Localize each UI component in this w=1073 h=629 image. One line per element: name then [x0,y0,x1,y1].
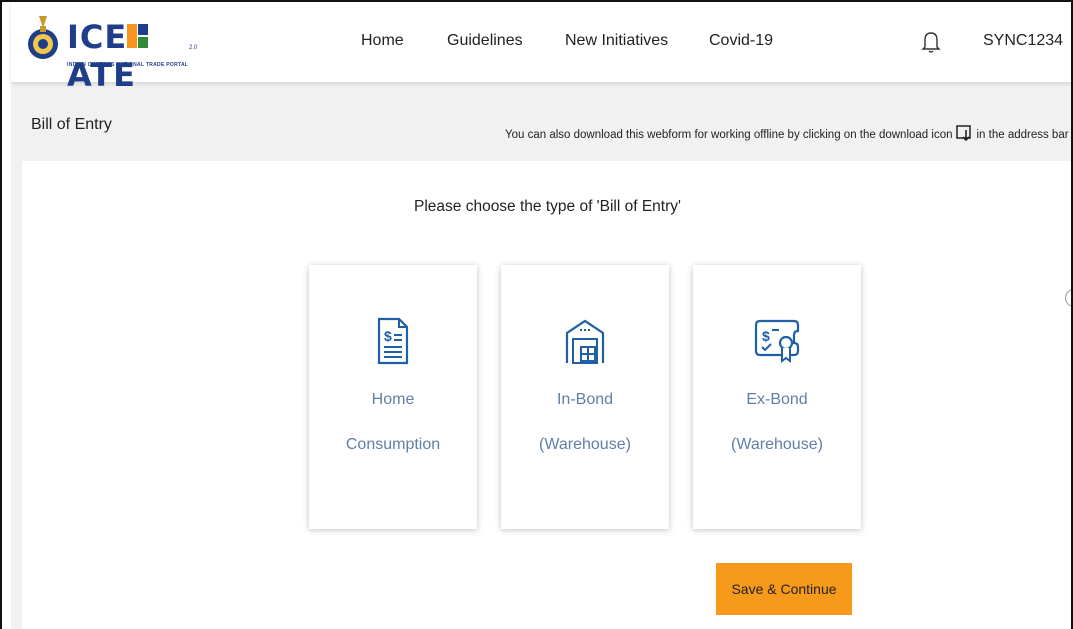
card-line2: (Warehouse) [731,436,823,453]
download-icon [955,125,971,142]
selection-panel: Please choose the type of 'Bill of Entry… [22,161,1071,629]
bell-icon[interactable] [921,30,941,54]
user-menu[interactable]: SYNC1234 ▼ [983,32,1071,50]
nav-home[interactable]: Home [361,32,404,50]
save-continue-button[interactable]: Save & Continue [716,563,852,615]
question-text: Please choose the type of 'Bill of Entry… [414,198,681,215]
card-line1: In-Bond [556,391,614,408]
card-line2: (Warehouse) [539,436,631,453]
warehouse-icon [565,319,605,364]
invoice-dollar-icon: $ [377,317,409,365]
emblem-icon [28,16,58,59]
page-area: Bill of Entry You can also download this… [11,82,1071,629]
logo-text-a: ICE [67,18,128,56]
card-line1: Home [371,391,415,408]
top-navbar: ICEATE 2.0 INDIAN CUSTOMS NATIONAL TRADE… [11,2,1071,94]
browser-frame: ICEATE 2.0 INDIAN CUSTOMS NATIONAL TRADE… [0,0,1073,629]
logo-version: 2.0 [189,45,198,51]
svg-text:$: $ [762,328,770,344]
logo-subtitle: INDIAN CUSTOMS NATIONAL TRADE PORTAL [67,62,189,68]
note-before: You can also download this webform for w… [505,129,953,141]
card-line1: Ex-Bond [746,391,808,408]
card-in-bond-warehouse[interactable]: In-Bond (Warehouse) [501,265,669,529]
card-line2: Consumption [345,436,441,453]
card-home-consumption[interactable]: $ Home Consumption [309,265,477,529]
note-after: in the address bar [976,129,1069,141]
user-name: SYNC1234 [983,32,1064,49]
nav-new-initiatives[interactable]: New Initiatives [565,32,668,50]
svg-text:$: $ [384,328,392,344]
logo-wordmark: ICEATE [67,18,200,94]
icegate-logo[interactable]: ICEATE 2.0 INDIAN CUSTOMS NATIONAL TRADE… [25,12,200,94]
card-ex-bond-warehouse[interactable]: $ Ex-Bond (Warehouse) [693,265,861,529]
nav-covid-19[interactable]: Covid-19 [709,32,773,50]
logo-g-mark-icon [127,24,149,48]
download-note: You can also download this webform for w… [505,125,1069,142]
certificate-icon: $ [754,319,800,363]
nav-guidelines[interactable]: Guidelines [447,32,523,50]
caret-down-icon: ▼ [1069,35,1071,46]
page-title: Bill of Entry [31,116,112,133]
